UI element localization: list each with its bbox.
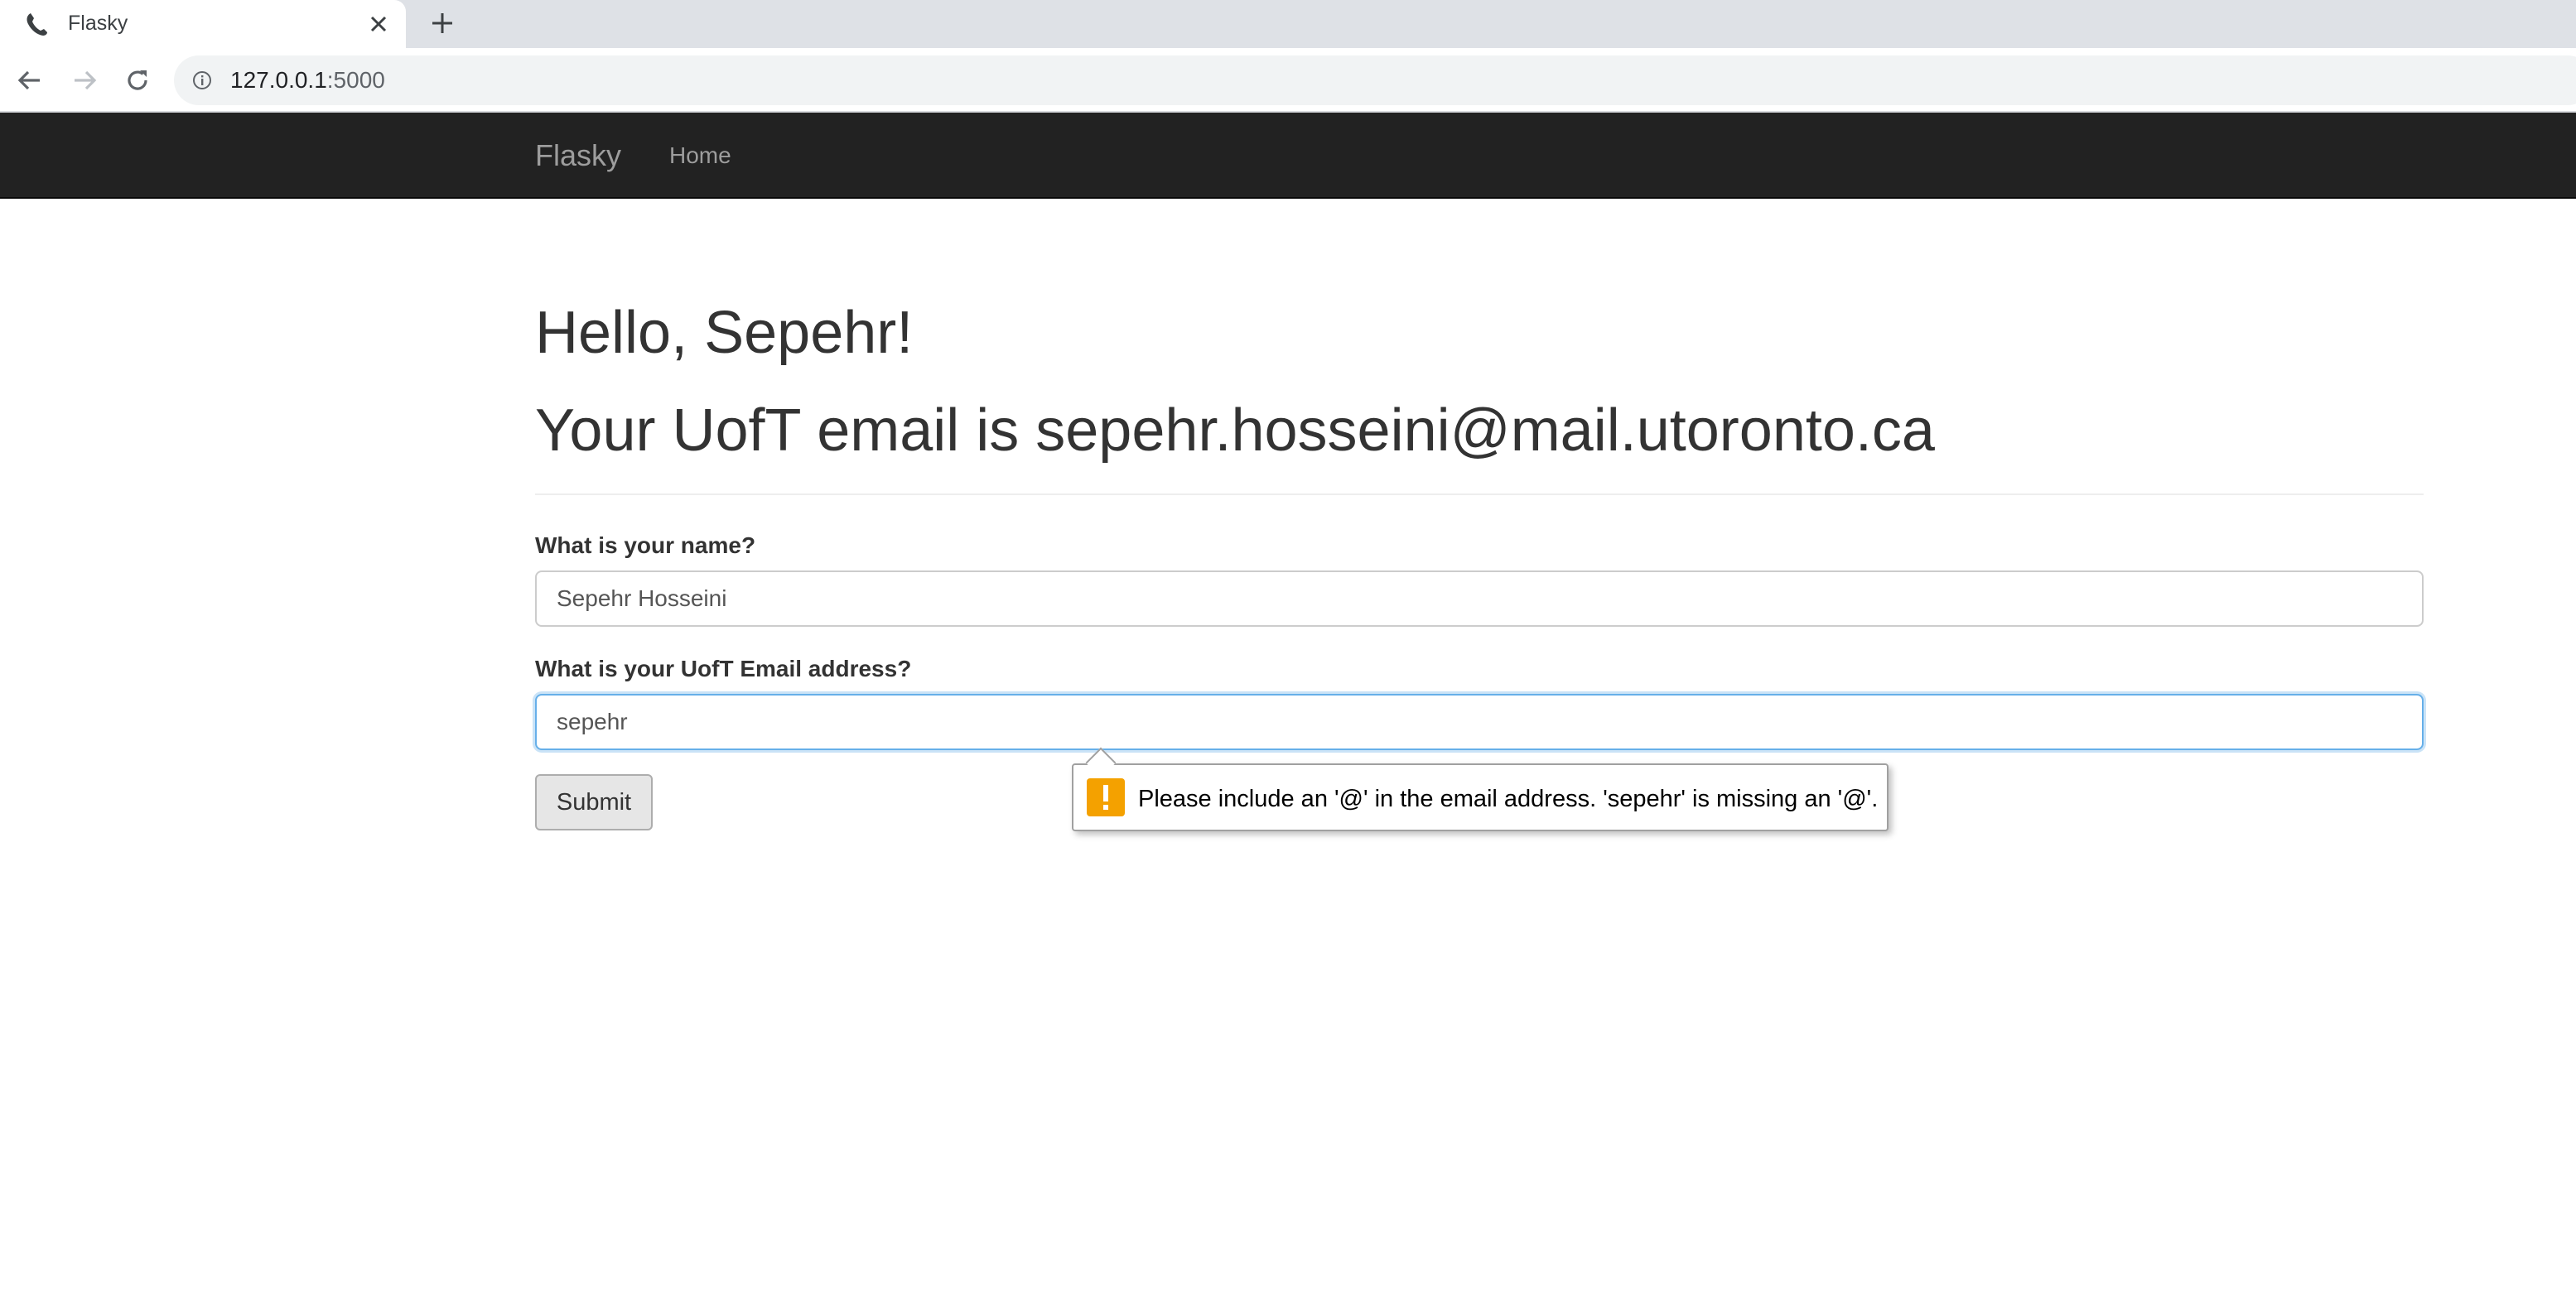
plus-icon[interactable]	[427, 8, 457, 38]
site-navbar: Flasky Home	[0, 113, 2576, 199]
close-icon[interactable]	[364, 10, 393, 38]
nav-link-home[interactable]: Home	[669, 142, 731, 169]
email-heading: Your UofT email is sepehr.hosseini@mail.…	[535, 397, 1935, 464]
tab-strip: Flasky	[0, 0, 2576, 48]
name-input[interactable]	[535, 570, 2424, 627]
validation-tooltip: Please include an '@' in the email addre…	[1072, 747, 1889, 831]
address-bar[interactable]: 127.0.0.1:5000	[174, 55, 2576, 105]
browser-tab[interactable]: Flasky	[0, 0, 406, 48]
divider	[535, 493, 2424, 495]
submit-button[interactable]: Submit	[535, 774, 653, 830]
email-input[interactable]	[535, 694, 2424, 750]
reload-icon[interactable]	[121, 64, 154, 97]
url-text[interactable]: 127.0.0.1:5000	[230, 67, 385, 94]
greeting-heading: Hello, Sepehr!	[535, 300, 914, 366]
browser-toolbar: 127.0.0.1:5000	[0, 48, 2576, 113]
url-host: 127.0.0.1	[230, 67, 327, 93]
tooltip-arrow	[1085, 747, 1117, 778]
forward-arrow-icon[interactable]	[68, 64, 101, 97]
phone-icon	[23, 10, 51, 38]
navbar-brand[interactable]: Flasky	[535, 139, 621, 172]
tab-title: Flasky	[68, 12, 128, 35]
name-label: What is your name?	[535, 532, 756, 558]
back-arrow-icon[interactable]	[13, 64, 46, 97]
email-label: What is your UofT Email address?	[535, 656, 912, 681]
url-port: :5000	[326, 67, 385, 93]
info-icon[interactable]	[192, 70, 212, 90]
warning-icon	[1087, 778, 1125, 816]
validation-message: Please include an '@' in the email addre…	[1138, 786, 1879, 812]
